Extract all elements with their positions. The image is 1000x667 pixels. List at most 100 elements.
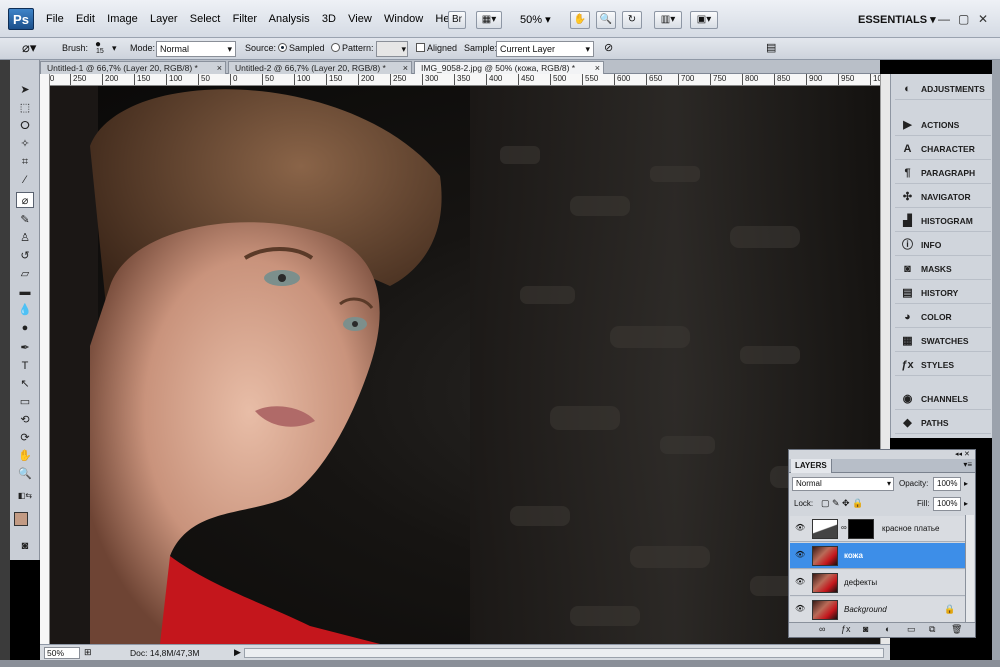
fill-field[interactable]: 100% [933,497,961,511]
blend-mode-select[interactable]: Normal ▾ [792,477,894,491]
opacity-slider-icon[interactable]: ▸ [964,479,968,488]
lock-options-icons[interactable]: ▢ ✎ ✥ 🔒 [821,498,863,509]
path-selection-tool-icon[interactable]: ↖ [16,376,34,392]
fill-slider-icon[interactable]: ▸ [964,499,968,508]
menu-file[interactable]: File [46,13,64,25]
visibility-eye-icon[interactable]: 👁 [795,551,805,559]
panel-collapse-icon[interactable]: ◂◂ ✕ [955,450,970,458]
swap-colors-icon[interactable]: ◧⇆ [16,488,34,504]
clone-stamp-tool-icon[interactable]: ⌀ [16,192,34,208]
menu-analysis[interactable]: Analysis [269,13,310,25]
tab-untitled-2[interactable]: Untitled-2 @ 66,7% (Layer 20, RGB/8) * × [228,61,412,74]
eyedropper-tool-icon[interactable]: ⁄ [16,172,34,188]
new-layer-icon[interactable]: ⧉ [929,624,935,635]
panel-actions[interactable]: ▶ ACTIONS [895,114,991,136]
clone-stamp-preset-icon[interactable]: ⌀▾ [22,40,36,56]
layer-row[interactable]: 👁 ∞ красное платье [790,516,965,542]
marquee-tool-icon[interactable]: ⬚ [16,100,34,116]
menu-filter[interactable]: Filter [233,13,257,25]
dodge-tool-icon[interactable]: ● [16,320,34,336]
panel-paragraph[interactable]: ¶ PARAGRAPH [895,162,991,184]
horizontal-scrollbar[interactable] [244,648,884,658]
workspace-switcher[interactable]: ESSENTIALS ▾ [858,13,936,26]
source-sampled-radio[interactable]: Sampled [278,43,325,53]
bridge-button[interactable]: Br [448,11,466,29]
panel-masks[interactable]: ◙ MASKS [895,258,991,280]
delete-layer-icon[interactable]: 🗑 [951,624,962,635]
zoom-tool-icon[interactable]: 🔍 [596,11,616,29]
panel-history[interactable]: ▤ HISTORY [895,282,991,304]
blur-tool-icon[interactable]: 💧 [16,302,34,318]
new-group-icon[interactable]: ▭ [907,624,916,635]
eraser-tool-icon[interactable]: ▱ [16,266,34,282]
history-brush-tool-icon[interactable]: ↺ [16,248,34,264]
pen-tool-icon[interactable]: ✒ [16,340,34,356]
tab-untitled-1[interactable]: Untitled-1 @ 66,7% (Layer 20, RGB/8) * × [40,61,226,74]
rotate-view-icon[interactable]: ↻ [622,11,642,29]
arrange-documents-icon[interactable]: ▥▾ [654,11,682,29]
adjustment-layer-icon[interactable]: ◐ [885,624,890,634]
status-menu-icon[interactable]: ⊞ [84,647,92,658]
layer-row[interactable]: 👁 Background 🔒 [790,597,965,623]
3d-rotate-tool-icon[interactable]: ⟲ [16,412,34,428]
panel-histogram[interactable]: ▟ HISTOGRAM [895,210,991,232]
hand-tool-icon[interactable]: ✋ [570,11,590,29]
status-arrow-icon[interactable]: ▶ [234,647,241,658]
link-layers-icon[interactable]: ∞ [819,624,825,634]
tab-img-9058[interactable]: IMG_9058-2.jpg @ 50% (кожа, RGB/8) * × [414,61,604,74]
minimize-icon[interactable]: — [938,12,950,26]
tab-close-icon[interactable]: × [403,62,408,74]
panel-swatches[interactable]: ▦ SWATCHES [895,330,991,352]
panel-paths[interactable]: ◆ PATHS [895,412,991,434]
layer-row[interactable]: 👁 кожа [790,543,965,569]
tab-close-icon[interactable]: × [217,62,222,74]
panel-color[interactable]: ◕ COLOR [895,306,991,328]
menu-image[interactable]: Image [107,13,138,25]
menu-edit[interactable]: Edit [76,13,95,25]
panel-adjustments[interactable]: ◐ ADJUSTMENTS [895,78,991,100]
layers-scrollbar[interactable] [965,515,974,622]
menu-layer[interactable]: Layer [150,13,178,25]
gradient-tool-icon[interactable]: ▬ [16,284,34,300]
panel-info[interactable]: ⓘ INFO [895,234,991,256]
magic-wand-tool-icon[interactable]: ✧ [16,136,34,152]
screen-mode-icon[interactable]: ▣▾ [690,11,718,29]
ignore-adjustment-layers-icon[interactable]: ⊘ [604,41,613,54]
document-canvas[interactable] [50,86,880,644]
move-tool-icon[interactable]: ➤ [16,82,34,98]
menu-window[interactable]: Window [384,13,423,25]
source-pattern-radio[interactable]: Pattern: [331,43,374,53]
pattern-picker[interactable]: ▾ [376,41,408,57]
brush-tool-icon[interactable]: ✎ [16,212,34,228]
status-zoom-field[interactable]: 50% [44,647,80,659]
chain-link-icon[interactable]: ∞ [841,523,847,532]
panel-menu-icon[interactable]: ▾≡ [963,460,972,469]
menu-3d[interactable]: 3D [322,13,336,25]
lasso-tool-icon[interactable]: ⵔ [16,118,34,134]
layer-style-icon[interactable]: ƒx [841,624,851,634]
restore-icon[interactable]: ▢ [958,12,969,26]
aligned-checkbox[interactable]: Aligned [416,43,457,53]
mode-select[interactable]: Normal ▾ [156,41,236,57]
3d-orbit-tool-icon[interactable]: ⟳ [16,430,34,446]
hand-tool-icon[interactable]: ✋ [16,448,34,464]
tab-layers[interactable]: LAYERS [791,459,832,473]
panel-channels[interactable]: ◉ CHANNELS [895,388,991,410]
tab-close-icon[interactable]: × [595,62,600,74]
menu-view[interactable]: View [348,13,372,25]
foreground-color-swatch[interactable] [14,512,28,526]
sample-select[interactable]: Current Layer ▾ [496,41,594,57]
visibility-eye-icon[interactable]: 👁 [795,578,805,586]
panel-character[interactable]: A CHARACTER [895,138,991,160]
extras-button[interactable]: ▦▾ [476,11,502,29]
panel-styles[interactable]: ƒx STYLES [895,354,991,376]
layer-row[interactable]: 👁 дефекты [790,570,965,596]
clone-source-panel-icon[interactable]: ▤ [766,41,776,54]
layer-mask-thumbnail[interactable] [848,519,874,539]
shape-tool-icon[interactable]: ▭ [16,394,34,410]
zoom-tool-icon[interactable]: 🔍 [16,466,34,482]
quick-mask-icon[interactable]: ◙ [16,538,34,554]
crop-tool-icon[interactable]: ⌗ [16,154,34,170]
add-mask-icon[interactable]: ◙ [863,624,868,634]
panel-navigator[interactable]: ✣ NAVIGATOR [895,186,991,208]
